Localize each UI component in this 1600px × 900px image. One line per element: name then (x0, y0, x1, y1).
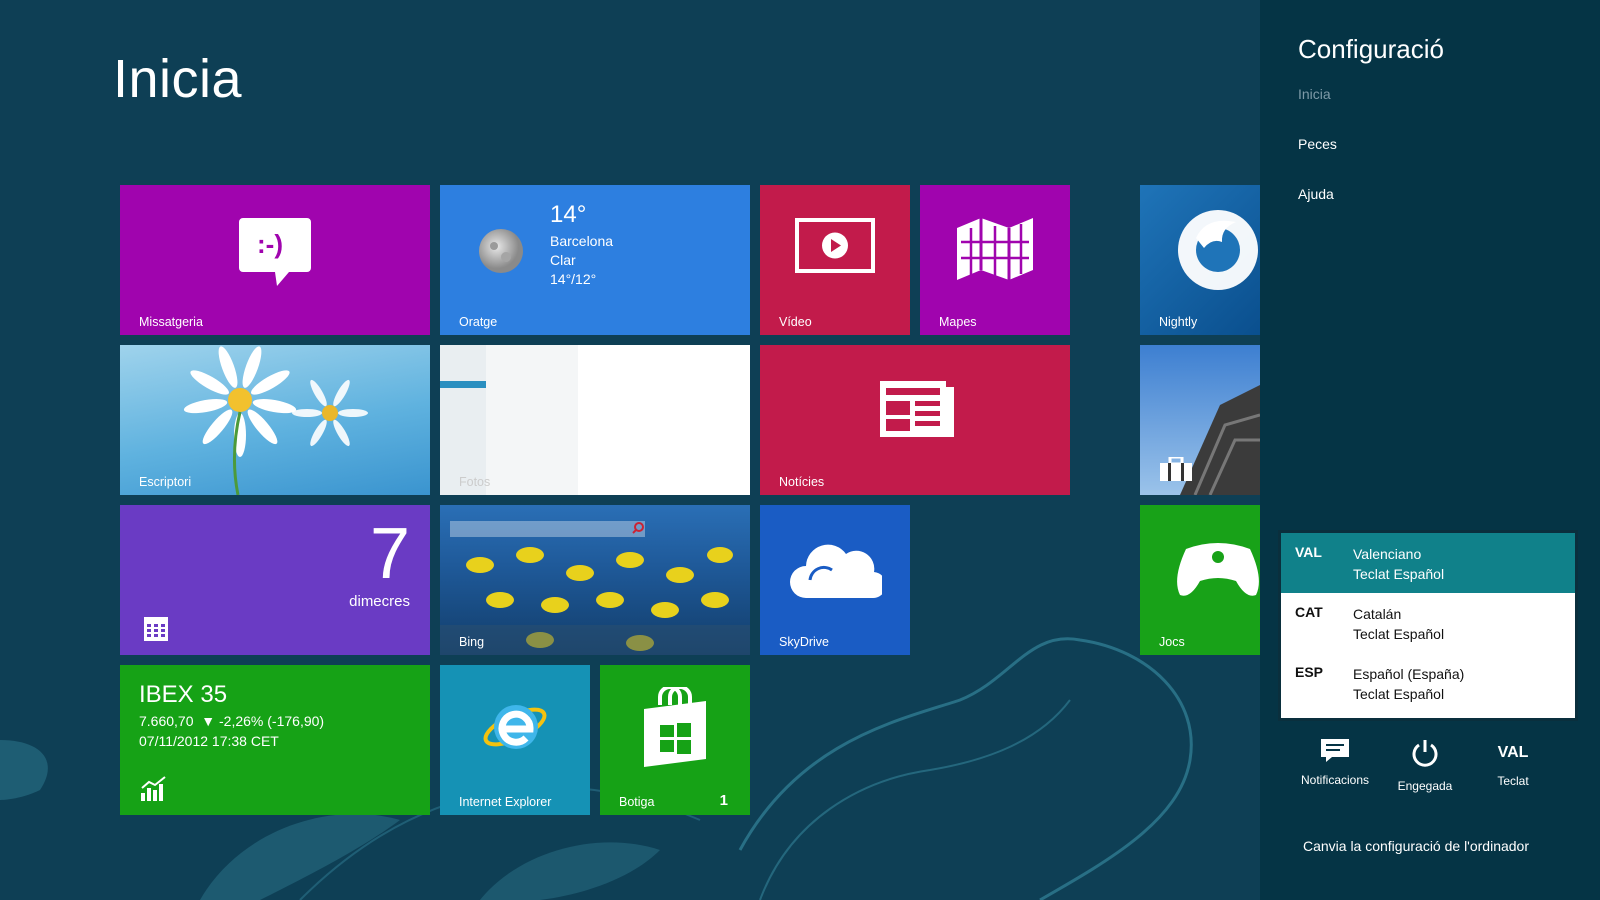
shopping-bag-windows-icon (640, 687, 710, 767)
finance-change: 7.660,70 ▼ -2,26% (-176,90) (139, 713, 325, 729)
tile-photos[interactable]: Fotos (440, 345, 750, 495)
tower-photo (1180, 385, 1260, 495)
calendar-day: 7 (369, 514, 410, 594)
bing-search-box (450, 521, 645, 537)
tile-label-games: Jocs (1159, 635, 1185, 649)
keyboard-button[interactable]: VAL Teclat (1468, 738, 1558, 788)
language-name: Español (España) Teclat Español (1353, 666, 1465, 702)
calendar-weekday: dimecres (349, 593, 410, 610)
photos-preview-highlight (440, 381, 486, 388)
photos-preview-list (486, 345, 578, 495)
settings-title: Configuració (1298, 34, 1444, 64)
notifications-label: Notificacions (1300, 773, 1370, 787)
play-screen-icon (795, 218, 875, 273)
settings-link-tiles[interactable]: Peces (1298, 136, 1337, 152)
settings-context: Inicia (1298, 86, 1331, 102)
power-icon (1410, 738, 1440, 773)
smiley-speech-bubble-icon: :-) (239, 218, 311, 288)
tile-desktop[interactable]: Escriptori (120, 345, 430, 495)
notifications-icon (1320, 738, 1350, 767)
settings-link-help[interactable]: Ajuda (1298, 186, 1334, 202)
calendar-grid-icon (144, 617, 168, 641)
language-code: ESP (1295, 664, 1324, 680)
tile-label-maps: Mapes (939, 315, 977, 329)
tile-label-nightly: Nightly (1159, 315, 1198, 329)
tile-finance[interactable]: IBEX 35 7.660,70 ▼ -2,26% (-176,90) 07/1… (120, 665, 430, 815)
finance-timestamp: 07/11/2012 17:38 CET (139, 733, 279, 749)
moon-icon (478, 228, 524, 274)
language-code: VAL (1295, 544, 1322, 560)
weather-condition: Clar (550, 252, 576, 268)
language-option-esp[interactable]: ESP Español (España) Teclat Español (1281, 653, 1575, 713)
suitcase-icon (1160, 457, 1192, 481)
tile-label-news: Notícies (779, 475, 825, 489)
tile-skydrive[interactable]: SkyDrive (760, 505, 910, 655)
power-button[interactable]: Engegada (1380, 738, 1470, 793)
tile-store[interactable]: Botiga 1 (600, 665, 750, 815)
tile-messaging[interactable]: :-) Missatgeria (120, 185, 430, 335)
tile-label-messaging: Missatgeria (139, 315, 203, 329)
notifications-button[interactable]: Notificacions (1290, 738, 1380, 787)
language-name: Catalán Teclat Español (1353, 606, 1445, 642)
tile-video[interactable]: Vídeo (760, 185, 910, 335)
rising-chart-icon (140, 775, 168, 801)
smiley-glyph: :-) (257, 229, 283, 259)
tile-label-photos: Fotos (459, 475, 491, 489)
language-option-val[interactable]: VAL Valenciano Teclat Español (1281, 533, 1575, 593)
nightly-browser-icon (1176, 208, 1260, 292)
language-option-cat[interactable]: CAT Catalán Teclat Español (1281, 593, 1575, 653)
tile-bing[interactable]: Bing (440, 505, 750, 655)
tile-label-store: Botiga (619, 795, 655, 809)
keyboard-value: VAL (1497, 744, 1529, 761)
weather-temp: 14° (550, 201, 587, 228)
power-label: Engegada (1397, 779, 1453, 793)
daisy-wallpaper-icon (120, 345, 430, 495)
search-icon (632, 522, 644, 534)
cloud-icon (788, 540, 882, 600)
photos-preview-sidebar (440, 345, 486, 495)
language-code: CAT (1295, 604, 1323, 620)
tile-label-internet-explorer: Internet Explorer (459, 795, 552, 809)
tile-calendar[interactable]: 7 dimecres (120, 505, 430, 655)
tile-travel[interactable] (1140, 345, 1260, 495)
tile-weather[interactable]: 14° Barcelona Clar 14°/12° Oratge (440, 185, 750, 335)
page-title: Inicia (113, 49, 243, 109)
tile-label-bing: Bing (459, 635, 485, 649)
language-flyout: VAL Valenciano Teclat Español CAT Catalán… (1278, 530, 1578, 721)
weather-range: 14°/12° (550, 271, 597, 287)
tile-internet-explorer[interactable]: Internet Explorer (440, 665, 590, 815)
game-controller-icon (1176, 539, 1260, 599)
tile-games[interactable]: Jocs (1140, 505, 1260, 655)
keyboard-label: Teclat (1497, 774, 1529, 788)
tile-label-video: Vídeo (779, 315, 812, 329)
tile-maps[interactable]: Mapes (920, 185, 1070, 335)
store-badge: 1 (719, 792, 728, 809)
newspaper-icon (880, 381, 954, 437)
tile-news[interactable]: Notícies (760, 345, 1070, 495)
tile-label-desktop: Escriptori (139, 475, 192, 489)
finance-index: IBEX 35 (139, 681, 228, 708)
tile-label-skydrive: SkyDrive (779, 635, 830, 649)
ie-logo-icon (482, 693, 548, 757)
change-pc-settings-link[interactable]: Canvia la configuració de l'ordinador (1303, 838, 1529, 854)
tile-nightly[interactable]: Nightly (1140, 185, 1260, 335)
tile-label-weather: Oratge (459, 315, 498, 329)
language-name: Valenciano Teclat Español (1353, 546, 1445, 582)
weather-city: Barcelona (550, 233, 614, 249)
folded-map-icon (957, 218, 1033, 280)
